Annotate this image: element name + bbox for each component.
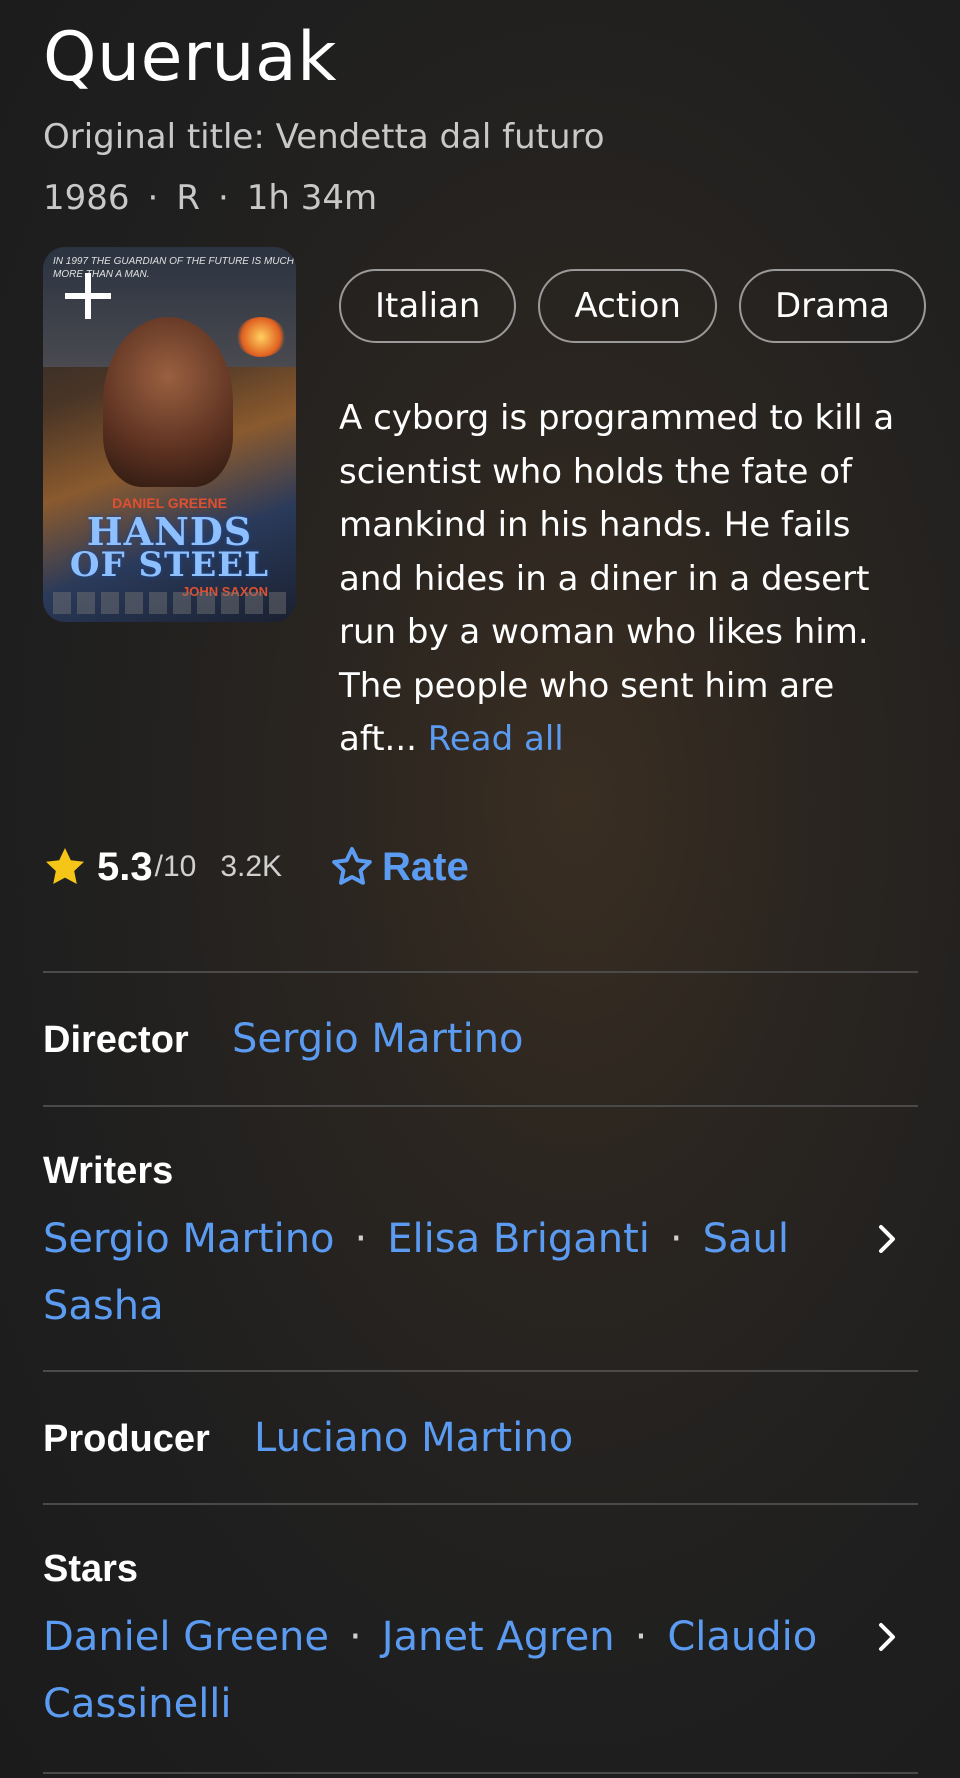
divider (43, 971, 918, 973)
read-all-link[interactable]: Read all (428, 719, 564, 759)
plot-summary: A cyborg is programmed to kill a scienti… (339, 392, 919, 767)
poster-image[interactable]: IN 1997 THE GUARDIAN OF THE FUTURE IS MU… (43, 247, 296, 622)
rating-scale: /10 (154, 850, 197, 883)
divider (43, 1772, 918, 1774)
star-outline-icon (332, 847, 372, 885)
stars-chevron-right-icon[interactable] (872, 1617, 902, 1657)
poster-hero-figure (103, 317, 233, 487)
separator-dot: · (147, 178, 159, 218)
separator-dot: · (348, 1614, 362, 1660)
star-link[interactable]: Janet Agren (382, 1614, 615, 1660)
divider (43, 1105, 918, 1107)
genre-chips: Italian Action Drama (339, 269, 926, 343)
runtime: 1h 34m (246, 178, 378, 218)
original-title: Original title: Vendetta dal futuro (43, 117, 605, 157)
genre-chip[interactable]: Italian (339, 269, 517, 343)
separator-dot: · (669, 1216, 683, 1262)
writer-link[interactable]: Elisa Briganti (387, 1216, 650, 1262)
writers-chevron-right-icon[interactable] (872, 1219, 902, 1259)
separator-dot: · (354, 1216, 368, 1262)
director-link[interactable]: Sergio Martino (232, 1016, 524, 1062)
divider (43, 1503, 918, 1505)
add-to-watchlist-icon[interactable] (61, 269, 115, 323)
stars-list: Daniel Greene · Janet Agren · Claudio Cassin… (43, 1604, 833, 1738)
certificate: R (176, 178, 200, 218)
producer-label: Producer (43, 1418, 210, 1460)
stars-label: Stars (43, 1548, 139, 1590)
separator-dot: · (634, 1614, 648, 1660)
star-icon (46, 848, 84, 884)
divider (43, 1370, 918, 1372)
rate-button[interactable]: Rate (328, 843, 469, 891)
release-year: 1986 (43, 178, 130, 218)
separator-dot: · (217, 178, 229, 218)
genre-chip[interactable]: Action (538, 269, 717, 343)
poster-credit-block (53, 592, 286, 614)
writers-label: Writers (43, 1150, 174, 1192)
vote-count: 3.2K (220, 850, 283, 883)
rating-score: 5.3 (97, 844, 153, 889)
star-link[interactable]: Daniel Greene (43, 1614, 329, 1660)
page-title: Queruak (43, 18, 338, 97)
title-metadata: 1986 · R · 1h 34m (43, 178, 377, 218)
writer-link[interactable]: Sergio Martino (43, 1216, 335, 1262)
writers-list: Sergio Martino · Elisa Briganti · Saul Sasha (43, 1206, 833, 1340)
producer-link[interactable]: Luciano Martino (254, 1415, 573, 1461)
poster-title-line2: OF STEEL (69, 545, 270, 585)
plot-text: A cyborg is programmed to kill a scienti… (339, 398, 895, 759)
title-detail-page: Queruak Original title: Vendetta dal fut… (0, 0, 960, 1778)
rating-bar: 5.3 /10 3.2K Rate (41, 843, 469, 891)
director-label: Director (43, 1019, 189, 1061)
poster-explosion (236, 317, 286, 357)
genre-chip[interactable]: Drama (738, 269, 926, 343)
rate-label: Rate (382, 844, 469, 889)
